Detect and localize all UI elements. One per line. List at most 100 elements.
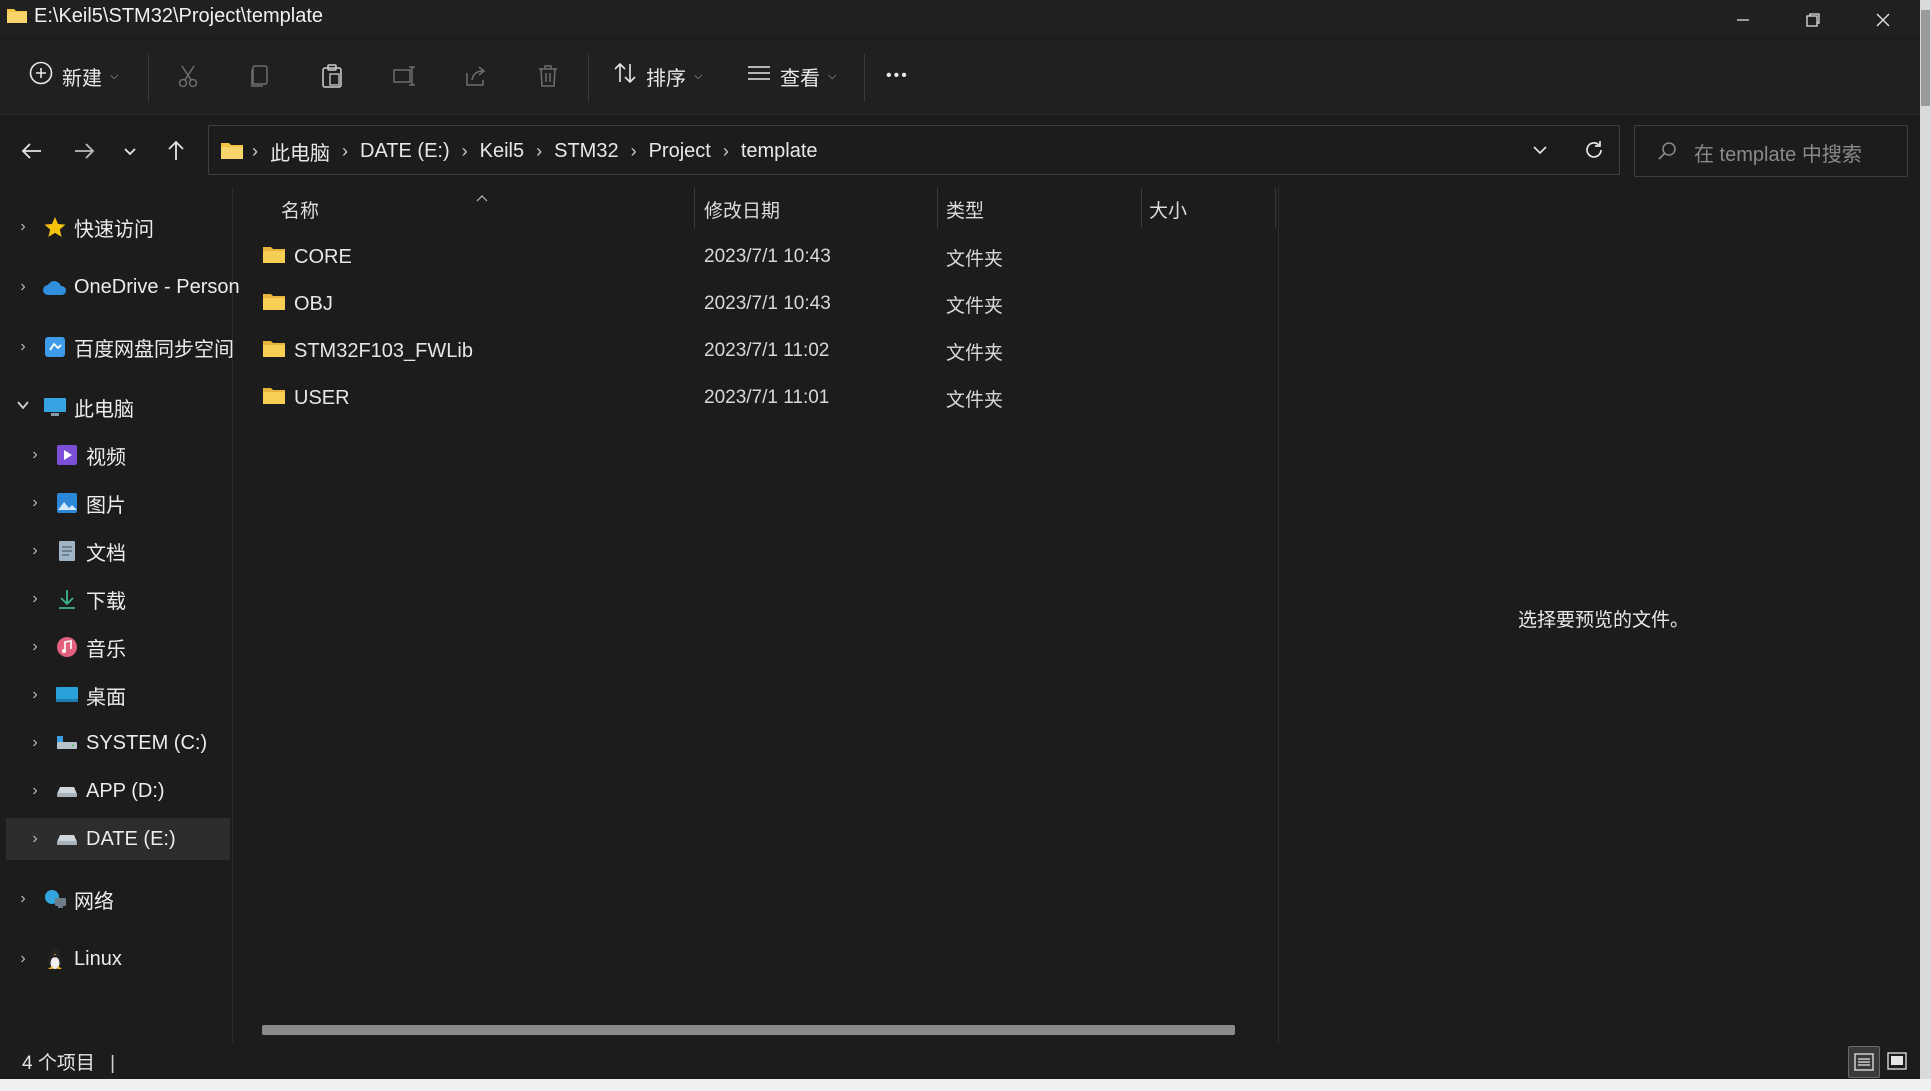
folder-icon bbox=[220, 140, 244, 166]
sidebar-item-music[interactable]: › 音乐 bbox=[24, 624, 126, 670]
new-label: 新建 bbox=[62, 67, 102, 90]
breadcrumb-this-pc[interactable]: 此电脑 bbox=[270, 137, 330, 166]
folder-icon bbox=[262, 338, 286, 364]
sidebar-item-network[interactable]: › 网络 bbox=[12, 876, 114, 922]
sidebar-item-label: APP (D:) bbox=[86, 779, 165, 802]
sidebar-item-desktop[interactable]: › 桌面 bbox=[24, 672, 126, 718]
computer-icon bbox=[42, 395, 68, 419]
paste-icon[interactable] bbox=[314, 58, 350, 94]
chevron-right-icon[interactable]: › bbox=[24, 686, 46, 704]
cloud-icon bbox=[42, 275, 68, 299]
sort-button[interactable]: 排序 ⌵ bbox=[612, 58, 702, 94]
horizontal-scrollbar[interactable] bbox=[262, 1025, 1235, 1035]
chevron-right-icon[interactable]: › bbox=[24, 590, 46, 608]
folder-icon bbox=[262, 291, 286, 317]
chevron-right-icon[interactable]: › bbox=[12, 278, 34, 296]
breadcrumb: › 此电脑 › DATE (E:) › Keil5 › STM32 › Proj… bbox=[252, 137, 818, 166]
large-icons-view-button[interactable] bbox=[1882, 1046, 1912, 1076]
column-divider[interactable] bbox=[694, 188, 695, 228]
sidebar-item-documents[interactable]: › 文档 bbox=[24, 528, 126, 574]
sort-label: 排序 bbox=[646, 67, 686, 90]
chevron-right-icon[interactable]: › bbox=[12, 338, 34, 356]
rename-icon[interactable] bbox=[386, 58, 422, 94]
sidebar-item-drive-d[interactable]: › APP (D:) bbox=[24, 768, 165, 814]
sidebar-item-this-pc[interactable]: 此电脑 bbox=[12, 384, 134, 430]
chevron-right-icon[interactable]: › bbox=[12, 218, 34, 236]
sidebar-item-label: 图片 bbox=[86, 494, 126, 517]
breadcrumb-drive-e[interactable]: DATE (E:) bbox=[360, 140, 450, 163]
column-header-type[interactable]: 类型 bbox=[946, 196, 984, 223]
column-divider[interactable] bbox=[1275, 188, 1276, 228]
more-dots-icon: ••• bbox=[886, 67, 909, 84]
restore-button[interactable] bbox=[1778, 0, 1848, 40]
breadcrumb-project[interactable]: Project bbox=[649, 140, 711, 163]
close-button[interactable] bbox=[1848, 0, 1918, 40]
column-header-size[interactable]: 大小 bbox=[1149, 196, 1187, 223]
column-header-modified[interactable]: 修改日期 bbox=[704, 196, 780, 223]
chevron-right-icon[interactable]: › bbox=[24, 542, 46, 560]
chevron-right-icon[interactable]: › bbox=[12, 950, 34, 968]
chevron-right-icon[interactable]: › bbox=[24, 638, 46, 656]
minimize-button[interactable] bbox=[1708, 0, 1778, 40]
sidebar-item-drive-c[interactable]: › SYSTEM (C:) bbox=[24, 720, 207, 766]
chevron-right-icon: › bbox=[461, 141, 468, 161]
more-options-button[interactable]: ••• bbox=[886, 58, 909, 94]
chevron-right-icon[interactable]: › bbox=[12, 890, 34, 908]
chevron-down-icon[interactable] bbox=[12, 397, 34, 418]
table-row[interactable]: OBJ 2023/7/1 10:43 文件夹 bbox=[262, 281, 1262, 327]
chevron-right-icon[interactable]: › bbox=[24, 830, 46, 848]
column-header-name[interactable]: 名称 bbox=[281, 196, 319, 223]
table-row[interactable]: USER 2023/7/1 11:01 文件夹 bbox=[262, 375, 1262, 421]
sort-arrows-icon bbox=[612, 60, 638, 92]
chevron-down-icon: ⌵ bbox=[828, 69, 837, 82]
breadcrumb-keil5[interactable]: Keil5 bbox=[480, 140, 524, 163]
details-view-button[interactable] bbox=[1848, 1046, 1880, 1078]
sidebar-item-videos[interactable]: › 视频 bbox=[24, 432, 126, 478]
sidebar-item-baidu[interactable]: › 百度网盘同步空间 bbox=[12, 324, 234, 370]
back-button[interactable] bbox=[14, 133, 50, 169]
column-divider[interactable] bbox=[937, 188, 938, 228]
breadcrumb-stm32[interactable]: STM32 bbox=[554, 140, 618, 163]
copy-icon[interactable] bbox=[242, 58, 278, 94]
sidebar-item-pictures[interactable]: › 图片 bbox=[24, 480, 126, 526]
share-icon[interactable] bbox=[458, 58, 494, 94]
search-icon bbox=[1656, 140, 1678, 168]
chevron-down-icon: ⌵ bbox=[110, 69, 119, 82]
up-button[interactable] bbox=[158, 133, 194, 169]
breadcrumb-template[interactable]: template bbox=[741, 140, 818, 163]
sidebar-item-onedrive[interactable]: › OneDrive - Person bbox=[12, 264, 239, 310]
cut-icon[interactable] bbox=[170, 58, 206, 94]
sidebar-item-quick-access[interactable]: › 快速访问 bbox=[12, 204, 154, 250]
music-icon bbox=[54, 635, 80, 659]
view-button[interactable]: 查看 ⌵ bbox=[746, 58, 836, 94]
column-divider[interactable] bbox=[1141, 188, 1142, 228]
drive-icon bbox=[54, 779, 80, 803]
sidebar-item-label: 下载 bbox=[86, 590, 126, 613]
command-bar bbox=[0, 40, 1920, 115]
recent-locations-button[interactable] bbox=[112, 133, 148, 169]
chevron-right-icon[interactable]: › bbox=[24, 446, 46, 464]
sidebar-item-downloads[interactable]: › 下载 bbox=[24, 576, 126, 622]
chevron-right-icon[interactable]: › bbox=[24, 782, 46, 800]
address-history-dropdown[interactable] bbox=[1522, 132, 1558, 168]
sidebar-item-label: SYSTEM (C:) bbox=[86, 731, 208, 754]
chevron-right-icon[interactable]: › bbox=[24, 494, 46, 512]
sidebar-item-linux[interactable]: › Linux bbox=[12, 936, 121, 982]
forward-button[interactable] bbox=[66, 133, 102, 169]
scrollbar-thumb[interactable] bbox=[1921, 10, 1930, 106]
search-placeholder: 在 template 中搜索 bbox=[1694, 144, 1862, 166]
document-icon bbox=[54, 539, 80, 563]
file-modified: 2023/7/1 10:43 bbox=[704, 246, 831, 267]
delete-icon[interactable] bbox=[530, 58, 566, 94]
vertical-scrollbar[interactable] bbox=[1920, 0, 1931, 1091]
sidebar-item-label: DATE (E:) bbox=[86, 827, 176, 850]
new-button[interactable]: 新建 ⌵ bbox=[28, 58, 118, 94]
chevron-right-icon[interactable]: › bbox=[24, 734, 46, 752]
file-type: 文件夹 bbox=[946, 342, 1004, 364]
file-type: 文件夹 bbox=[946, 389, 1004, 411]
sidebar-item-drive-e[interactable]: › DATE (E:) bbox=[24, 816, 176, 862]
table-row[interactable]: CORE 2023/7/1 10:43 文件夹 bbox=[262, 234, 1262, 280]
refresh-button[interactable] bbox=[1576, 132, 1612, 168]
window-bottom-edge bbox=[0, 1079, 1931, 1091]
table-row[interactable]: STM32F103_FWLib 2023/7/1 11:02 文件夹 bbox=[262, 328, 1262, 374]
